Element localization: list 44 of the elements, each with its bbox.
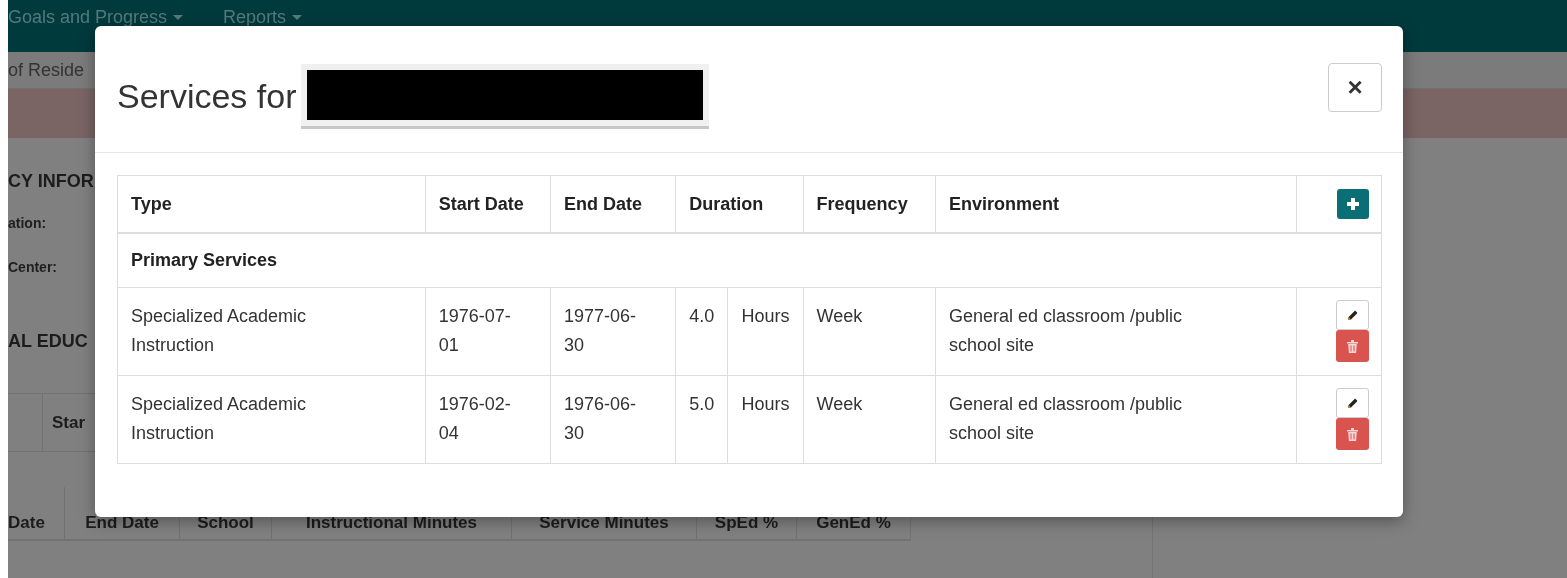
column-header: Duration bbox=[689, 193, 764, 214]
column-header: End Date bbox=[85, 513, 159, 533]
pencil-icon bbox=[1346, 397, 1359, 409]
table-cell: 5.0 bbox=[689, 394, 715, 414]
column-header: Type bbox=[131, 193, 172, 214]
table-cell-text: General ed classroom /public school site bbox=[948, 393, 1184, 445]
trash-icon bbox=[1347, 339, 1358, 353]
edit-button[interactable] bbox=[1336, 300, 1369, 330]
table-cell: Hours bbox=[741, 394, 790, 414]
page-subtitle: of Reside bbox=[8, 59, 85, 81]
table-cell: 4.0 bbox=[689, 306, 715, 326]
table-cell-text: 1976-06-30 bbox=[564, 393, 638, 445]
column-header: Frequency bbox=[816, 193, 908, 214]
column-header: Service Minutes bbox=[539, 513, 669, 533]
column-header: Environment bbox=[948, 193, 1059, 214]
table-cell-text: Specialized Academic Instruction bbox=[131, 393, 308, 445]
field-label: Center: bbox=[8, 259, 57, 277]
plus-icon bbox=[1346, 197, 1360, 211]
group-label: Primary Services bbox=[131, 250, 278, 270]
column-header: End Date bbox=[564, 193, 642, 214]
table-cell: Hours bbox=[741, 306, 790, 326]
edit-button[interactable] bbox=[1336, 388, 1369, 418]
section-heading: AL EDUC bbox=[8, 331, 88, 353]
table-cell-text: Specialized Academic Instruction bbox=[131, 305, 308, 357]
close-button[interactable]: × bbox=[1328, 62, 1382, 112]
column-header: Start Date bbox=[438, 193, 524, 214]
nav-menu-item[interactable]: Reports bbox=[223, 6, 303, 28]
column-header: Star bbox=[52, 412, 86, 433]
table-cell: Week bbox=[816, 306, 863, 326]
trash-icon bbox=[1347, 427, 1358, 441]
table-cell-text: 1977-06-30 bbox=[564, 305, 638, 357]
section-heading: CY INFOR bbox=[8, 171, 94, 193]
dialog-title: Services for bbox=[117, 76, 297, 116]
table-cell-text: General ed classroom /public school site bbox=[948, 305, 1184, 357]
field-label: ation: bbox=[8, 215, 47, 233]
column-header: Date bbox=[8, 513, 45, 533]
column-header: Instructional Minutes bbox=[306, 513, 477, 533]
table-cell-text: 1976-07-01 bbox=[438, 305, 512, 357]
column-header: School bbox=[197, 513, 254, 533]
add-button[interactable] bbox=[1337, 189, 1369, 219]
nav-menu-item[interactable]: Goals and Progress bbox=[8, 6, 184, 28]
table-cell: Week bbox=[816, 394, 863, 414]
table-cell-text: 1976-02-04 bbox=[438, 393, 512, 445]
pencil-icon bbox=[1346, 309, 1359, 321]
